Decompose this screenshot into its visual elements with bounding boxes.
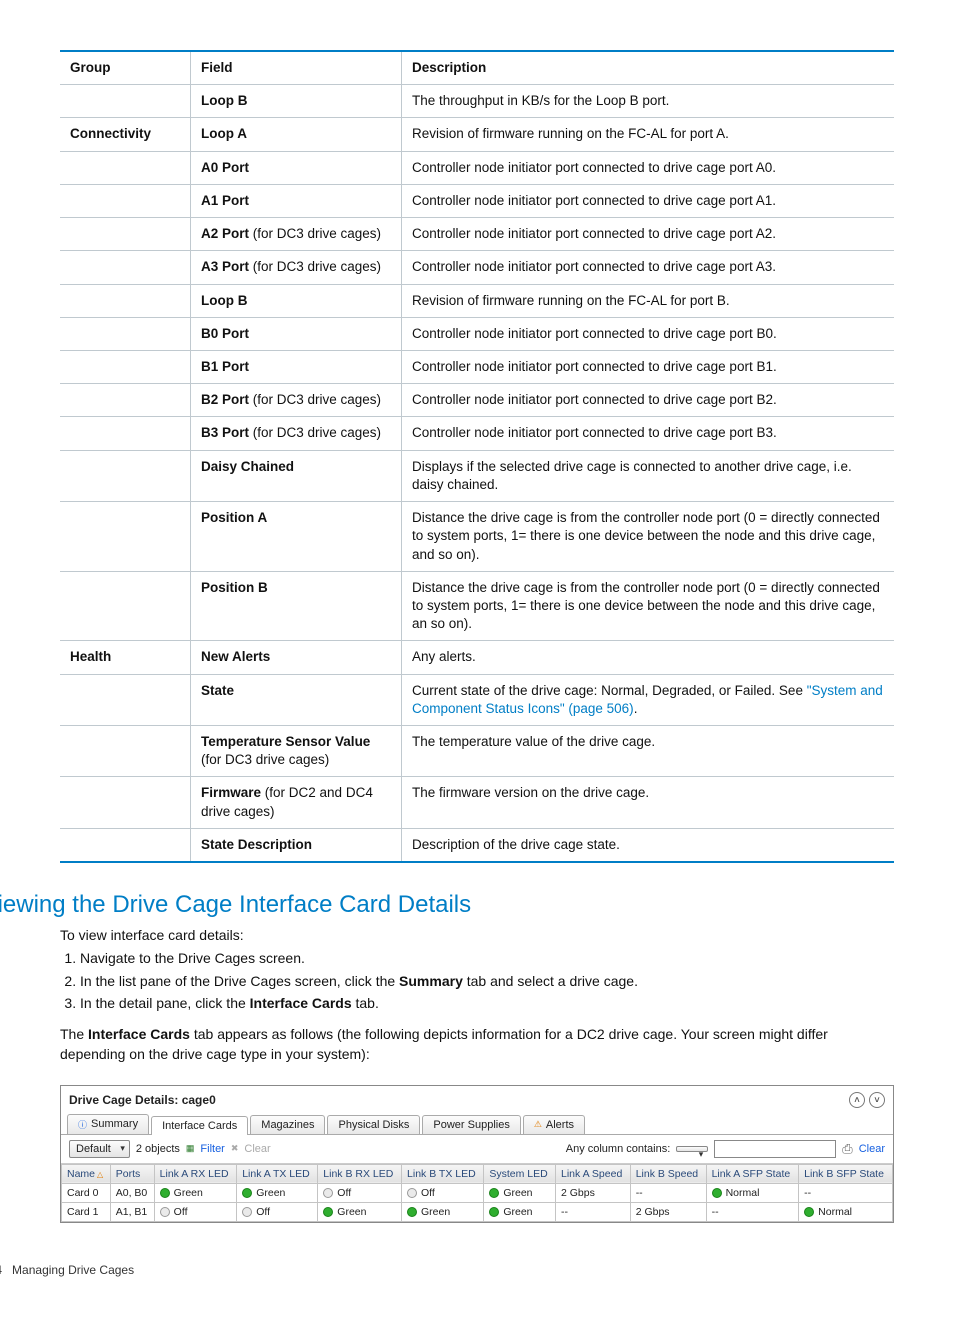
grid-col-header[interactable]: Ports xyxy=(110,1164,154,1183)
field-description-table: Group Field Description Loop BThe throug… xyxy=(60,50,894,863)
grid-col-header[interactable]: Link A RX LED xyxy=(154,1164,237,1183)
intro-text: To view interface card details: xyxy=(60,927,894,943)
table-row: Daisy ChainedDisplays if the selected dr… xyxy=(60,450,894,501)
led-icon xyxy=(323,1188,333,1198)
filter-link[interactable]: Filter xyxy=(200,1143,224,1155)
led-icon xyxy=(804,1207,814,1217)
table-row: Position BDistance the drive cage is fro… xyxy=(60,571,894,641)
grid-col-header[interactable]: Link A TX LED xyxy=(237,1164,318,1183)
table-row: B3 Port (for DC3 drive cages)Controller … xyxy=(60,417,894,450)
col-desc-header: Description xyxy=(402,51,895,85)
table-row: StateCurrent state of the drive cage: No… xyxy=(60,674,894,725)
grid-col-header[interactable]: Link B Speed xyxy=(630,1164,706,1183)
led-icon xyxy=(242,1188,252,1198)
steps-list: Navigate to the Drive Cages screen. In th… xyxy=(80,949,894,1014)
grid-col-header[interactable]: Link B TX LED xyxy=(402,1164,484,1183)
alert-icon: ⚠ xyxy=(534,1119,542,1130)
grid-row[interactable]: Card 0A0, B0GreenGreenOffOffGreen2 Gbps-… xyxy=(62,1183,893,1202)
grid-col-header[interactable]: Name△ xyxy=(62,1164,111,1183)
clear-search-link[interactable]: Clear xyxy=(859,1143,885,1155)
led-icon xyxy=(489,1207,499,1217)
table-row: ConnectivityLoop ARevision of firmware r… xyxy=(60,118,894,151)
table-row: A0 PortController node initiator port co… xyxy=(60,151,894,184)
step-item: Navigate to the Drive Cages screen. xyxy=(80,949,894,969)
col-group-header: Group xyxy=(60,51,191,85)
interface-cards-panel: Drive Cage Details: cage0 ˄ ˅ ⓘSummaryIn… xyxy=(60,1085,894,1223)
table-row: A1 PortController node initiator port co… xyxy=(60,184,894,217)
view-dropdown[interactable]: Default xyxy=(69,1140,130,1158)
tab-summary[interactable]: ⓘSummary xyxy=(67,1114,149,1134)
tab-physical-disks[interactable]: Physical Disks xyxy=(327,1115,420,1134)
step-item: In the detail pane, click the Interface … xyxy=(80,994,894,1014)
collapse-icon[interactable]: ˄ xyxy=(849,1092,865,1108)
status-icons-link[interactable]: "System and Component Status Icons" (pag… xyxy=(412,683,883,716)
search-column-dropdown[interactable] xyxy=(676,1146,708,1152)
tab-power-supplies[interactable]: Power Supplies xyxy=(422,1115,520,1134)
grid-col-header[interactable]: Link B RX LED xyxy=(318,1164,402,1183)
led-icon xyxy=(160,1188,170,1198)
table-row: Loop BThe throughput in KB/s for the Loo… xyxy=(60,85,894,118)
col-field-header: Field xyxy=(191,51,402,85)
table-row: Loop BRevision of firmware running on th… xyxy=(60,284,894,317)
paragraph: The Interface Cards tab appears as follo… xyxy=(60,1024,894,1065)
led-icon xyxy=(242,1207,252,1217)
led-icon xyxy=(407,1207,417,1217)
object-count: 2 objects xyxy=(136,1143,180,1155)
tab-interface-cards[interactable]: Interface Cards xyxy=(151,1116,248,1135)
section-heading: Viewing the Drive Cage Interface Card De… xyxy=(0,891,894,919)
page-footer: 324 Managing Drive Cages xyxy=(0,1263,894,1277)
table-row: Position ADistance the drive cage is fro… xyxy=(60,502,894,572)
table-row: State DescriptionDescription of the driv… xyxy=(60,828,894,862)
table-row: Temperature Sensor Value (for DC3 drive … xyxy=(60,726,894,777)
grid-col-header[interactable]: Link B SFP State xyxy=(799,1164,893,1183)
clear-filter-icon: ✖ xyxy=(231,1143,239,1154)
tab-magazines[interactable]: Magazines xyxy=(250,1115,325,1134)
search-input[interactable] xyxy=(714,1140,836,1158)
grid-col-header[interactable]: System LED xyxy=(484,1164,556,1183)
toolbar: Default 2 objects ▦ Filter ✖ Clear Any c… xyxy=(61,1135,893,1164)
print-icon[interactable]: ⎙ xyxy=(842,1141,852,1157)
tab-alerts[interactable]: ⚠Alerts xyxy=(523,1115,585,1134)
led-icon xyxy=(712,1188,722,1198)
table-row: A3 Port (for DC3 drive cages)Controller … xyxy=(60,251,894,284)
tab-bar: ⓘSummaryInterface CardsMagazinesPhysical… xyxy=(61,1114,893,1135)
grid-row[interactable]: Card 1A1, B1OffOffGreenGreenGreen--2 Gbp… xyxy=(62,1202,893,1221)
panel-title: Drive Cage Details: cage0 xyxy=(69,1093,216,1107)
expand-icon[interactable]: ˅ xyxy=(869,1092,885,1108)
step-item: In the list pane of the Drive Cages scre… xyxy=(80,972,894,992)
clear-filter-link: Clear xyxy=(244,1143,270,1155)
led-icon xyxy=(489,1188,499,1198)
table-row: B1 PortController node initiator port co… xyxy=(60,350,894,383)
filter-icon: ▦ xyxy=(186,1143,195,1154)
led-icon xyxy=(160,1207,170,1217)
grid-col-header[interactable]: Link A Speed xyxy=(555,1164,630,1183)
led-icon xyxy=(323,1207,333,1217)
table-row: Firmware (for DC2 and DC4 drive cages)Th… xyxy=(60,777,894,828)
table-row: B0 PortController node initiator port co… xyxy=(60,317,894,350)
sort-asc-icon: △ xyxy=(97,1170,103,1179)
interface-cards-grid: Name△PortsLink A RX LEDLink A TX LEDLink… xyxy=(61,1164,893,1222)
info-icon: ⓘ xyxy=(78,1118,87,1131)
search-label: Any column contains: xyxy=(566,1143,671,1155)
table-row: A2 Port (for DC3 drive cages)Controller … xyxy=(60,218,894,251)
grid-col-header[interactable]: Link A SFP State xyxy=(706,1164,799,1183)
table-row: HealthNew AlertsAny alerts. xyxy=(60,641,894,674)
table-row: B2 Port (for DC3 drive cages)Controller … xyxy=(60,384,894,417)
led-icon xyxy=(407,1188,417,1198)
